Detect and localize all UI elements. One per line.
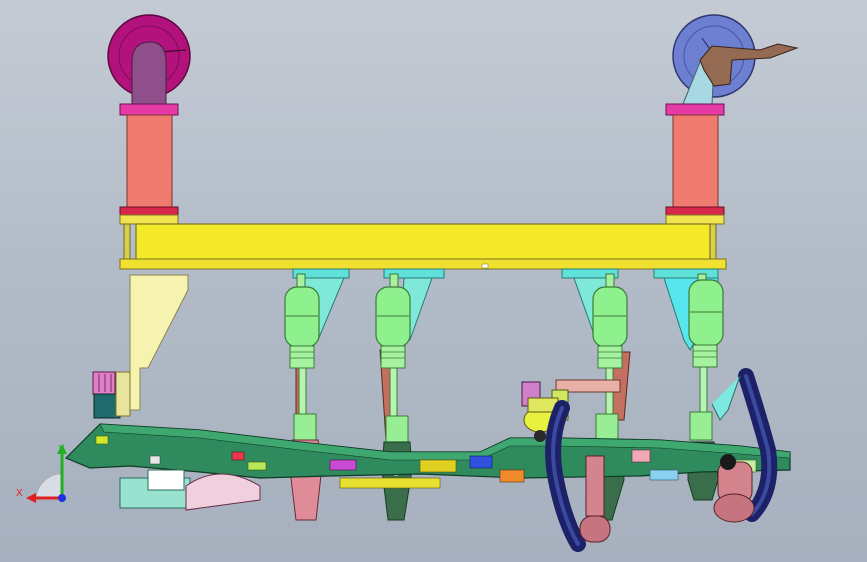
right-column[interactable]	[665, 103, 725, 225]
left-handwheel[interactable]	[107, 14, 191, 106]
left-clamp-block[interactable]	[92, 371, 131, 419]
y-axis-label: Y	[58, 444, 65, 455]
x-axis-label: X	[16, 488, 23, 499]
upright-plates	[295, 349, 631, 441]
right-handwheel[interactable]	[672, 14, 799, 105]
left-column[interactable]	[119, 103, 179, 225]
crossbeam[interactable]	[119, 223, 727, 270]
fixture-assembly-model[interactable]: Y X	[0, 0, 867, 562]
coordinate-triad: Y X	[16, 444, 67, 503]
fixture-base-body[interactable]	[64, 423, 791, 511]
left-support-plate[interactable]	[129, 274, 189, 411]
cad-viewport[interactable]: Y X	[0, 0, 867, 562]
z-axis-dot	[58, 494, 66, 502]
clamp-cylinder-1[interactable]	[284, 273, 323, 521]
